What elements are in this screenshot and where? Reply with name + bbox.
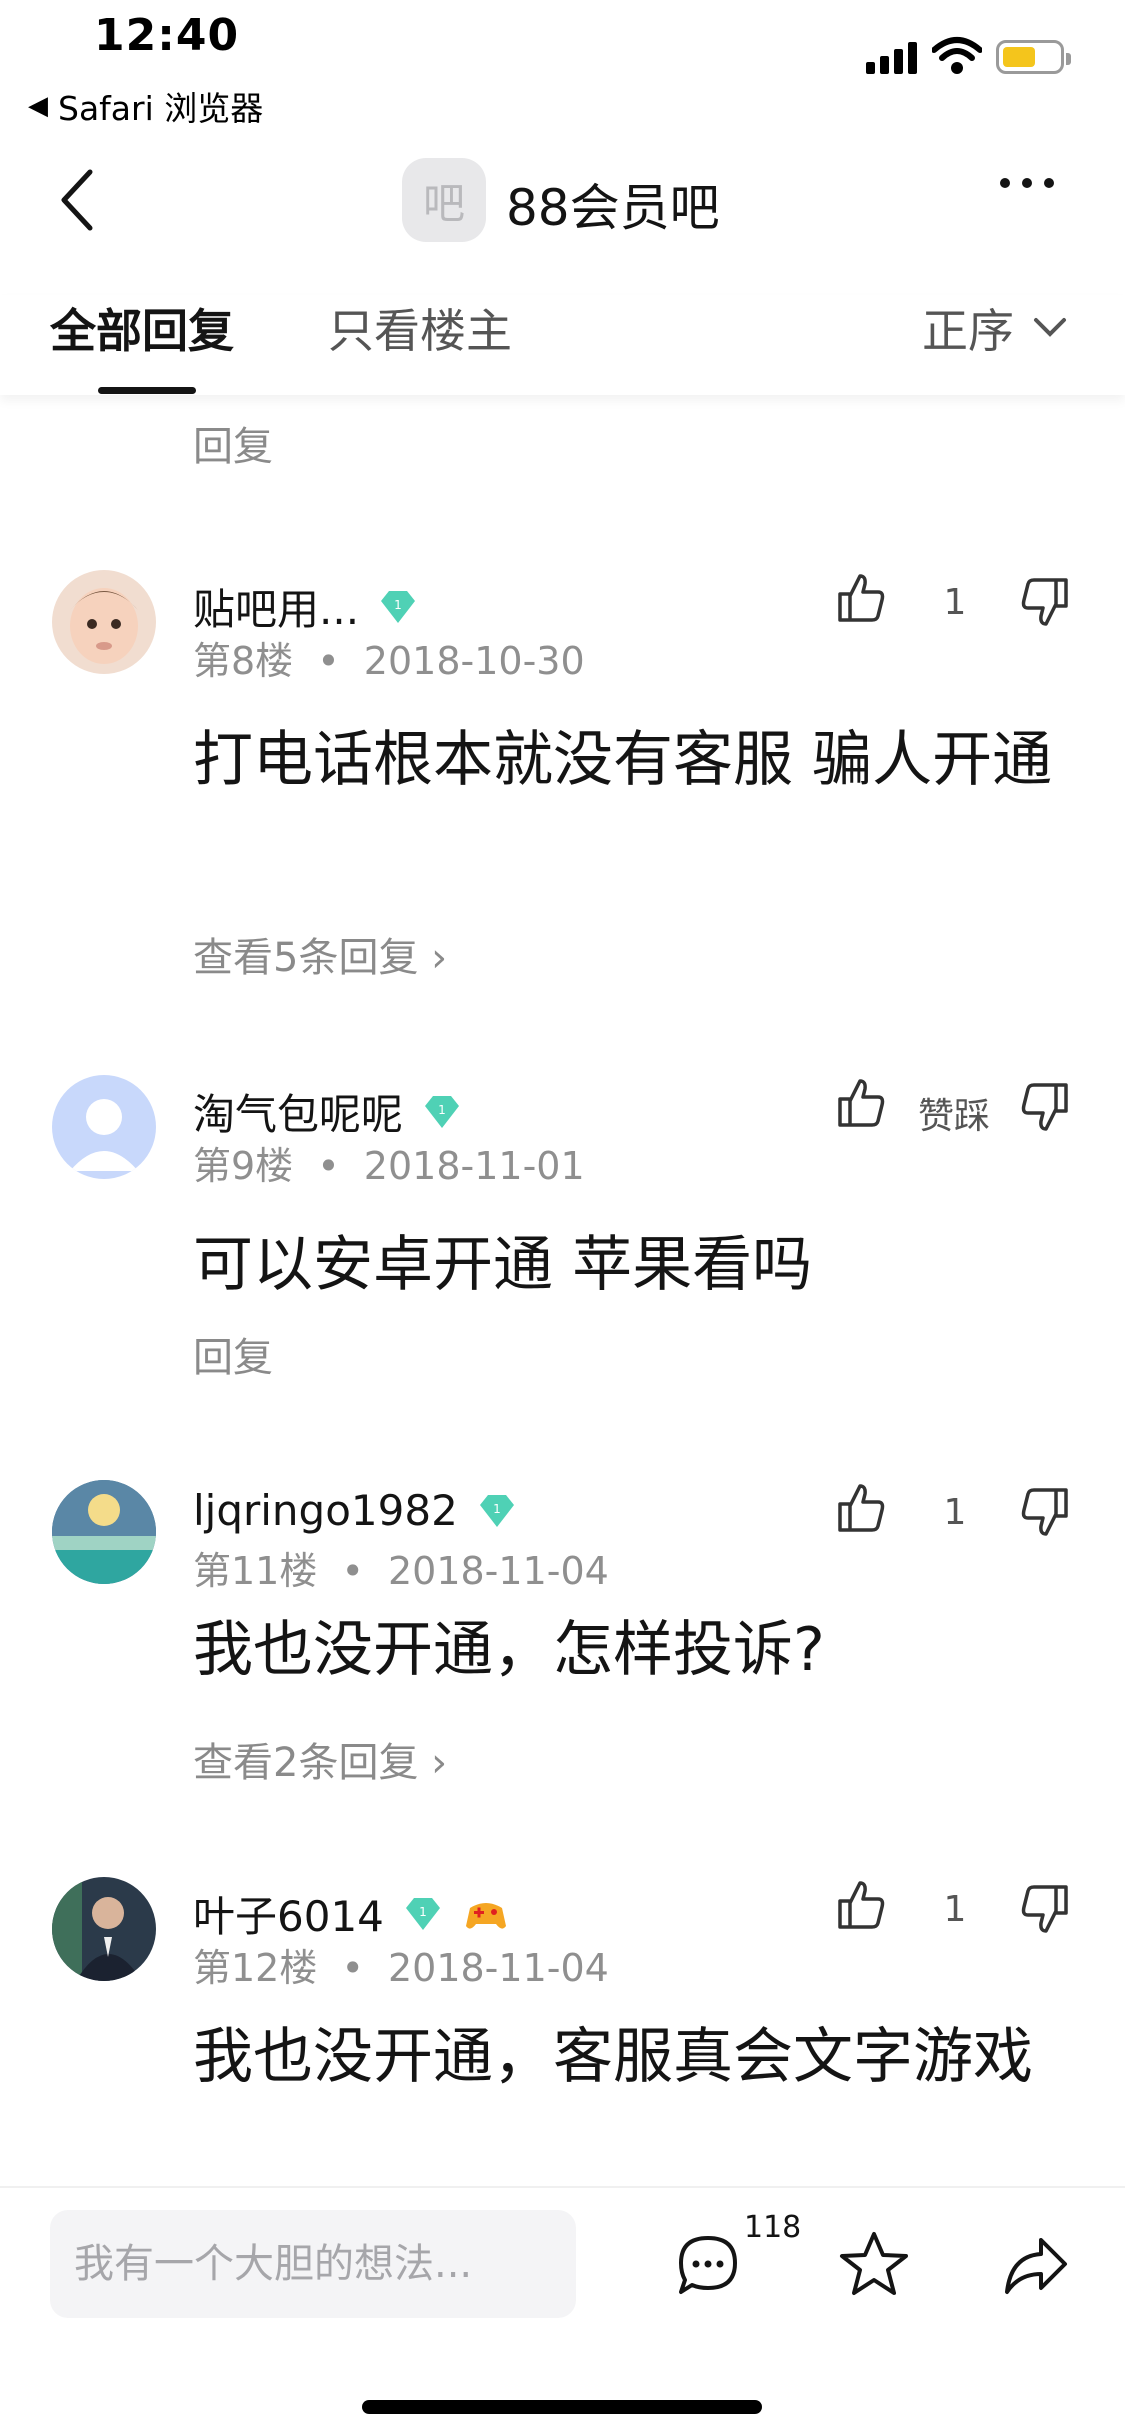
status-bar: 12:40 ◀ Safari 浏览器 [0, 0, 1125, 135]
post-date: 2018-11-01 [363, 1144, 585, 1188]
meta-separator: • [341, 1549, 364, 1593]
reply-tabs: 全部回复 只看楼主 正序 [0, 295, 1125, 395]
gem-badge-icon: 1 [405, 1897, 440, 1930]
like-count: 1 [943, 1492, 967, 1533]
sort-label: 正序 [922, 304, 1014, 358]
reply-link[interactable]: 回复 [193, 1325, 273, 1383]
view-replies-link[interactable]: 查看2条回复 › [193, 1730, 447, 1788]
cellular-signal-icon [866, 40, 918, 74]
thumbs-down-icon[interactable] [1018, 1484, 1074, 1540]
thumbs-up-icon[interactable] [832, 1075, 888, 1131]
back-triangle-icon: ◀ [28, 91, 48, 121]
svg-text:1: 1 [438, 1103, 446, 1117]
bottom-action-bar: 我有一个大胆的想法... 118 [0, 2186, 1125, 2436]
tab-all-replies[interactable]: 全部回复 [50, 295, 234, 361]
like-dislike-label: 赞踩 [917, 1096, 990, 1137]
tab-active-indicator [98, 387, 196, 394]
status-time: 12:40 [94, 10, 240, 61]
wifi-icon [932, 37, 982, 74]
back-chevron-icon[interactable] [48, 160, 118, 240]
back-to-app-link[interactable]: ◀ Safari 浏览器 [28, 82, 263, 130]
username[interactable]: 叶子6014 [193, 1883, 384, 1944]
forum-name[interactable]: 88会员吧 [506, 168, 720, 240]
floor-number: 第11楼 [193, 1549, 318, 1593]
chevron-down-icon [1034, 318, 1066, 337]
gem-badge-icon: 1 [479, 1494, 514, 1527]
view-replies-label: 查看2条回复 [193, 1740, 419, 1786]
username[interactable]: 淘气包呢呢 [193, 1081, 403, 1142]
gem-badge-icon: 1 [381, 590, 416, 623]
reply-input[interactable]: 我有一个大胆的想法... [50, 2210, 576, 2318]
post-date: 2018-11-04 [387, 1946, 609, 1990]
username-row: 贴吧用... 1 [193, 576, 421, 637]
meta-separator: • [317, 639, 340, 683]
username[interactable]: ljqringo1982 [193, 1486, 458, 1535]
star-icon[interactable] [838, 2228, 910, 2300]
post-date: 2018-11-04 [387, 1549, 609, 1593]
tab-owner-only[interactable]: 只看楼主 [328, 295, 512, 361]
like-count: 1 [943, 1889, 967, 1930]
username[interactable]: 贴吧用... [193, 576, 359, 637]
sort-dropdown[interactable]: 正序 [922, 295, 1068, 361]
username-row: ljqringo1982 1 [193, 1486, 520, 1535]
person-photo-avatar[interactable] [52, 1877, 156, 1981]
meta-separator: • [317, 1144, 340, 1188]
post-content: 我也没开通，客服真会文字游戏 [193, 2022, 1033, 2092]
view-replies-label: 查看5条回复 [193, 935, 419, 981]
post-meta: 第12楼 • 2018-11-04 [193, 1937, 609, 1992]
sunset-sea-avatar[interactable] [52, 1480, 156, 1584]
svg-text:1: 1 [493, 1502, 501, 1516]
post-content: 打电话根本就没有客服 骗人开通 [193, 725, 1053, 795]
svg-text:1: 1 [419, 1905, 427, 1919]
default-avatar[interactable] [52, 1075, 156, 1179]
game-controller-badge-icon [465, 1902, 506, 1929]
svg-text:1: 1 [394, 598, 402, 612]
post-meta: 第8楼 • 2018-10-30 [193, 630, 585, 685]
comment-bubble-icon[interactable] [673, 2230, 743, 2300]
thumbs-down-icon[interactable] [1018, 1079, 1074, 1135]
thumbs-up-icon[interactable] [832, 570, 888, 626]
like-count: 1 [943, 582, 967, 623]
floor-number: 第12楼 [193, 1946, 318, 1990]
floor-number: 第9楼 [193, 1144, 294, 1188]
meta-separator: • [341, 1946, 364, 1990]
share-arrow-icon[interactable] [1001, 2230, 1071, 2300]
floor-number: 第8楼 [193, 639, 294, 683]
more-options-icon[interactable] [1000, 178, 1054, 188]
chevron-right-icon: › [418, 1740, 448, 1786]
post-meta: 第9楼 • 2018-11-01 [193, 1135, 585, 1190]
battery-icon [996, 40, 1071, 74]
home-indicator[interactable] [362, 2400, 762, 2414]
comment-count: 118 [744, 2210, 802, 2245]
username-row: 叶子6014 1 [193, 1883, 510, 1944]
chevron-right-icon: › [418, 935, 448, 981]
post-meta: 第11楼 • 2018-11-04 [193, 1540, 609, 1595]
thumbs-up-icon[interactable] [832, 1480, 888, 1536]
gem-badge-icon: 1 [425, 1095, 460, 1128]
thumbs-up-icon[interactable] [832, 1877, 888, 1933]
baby-photo-avatar[interactable] [52, 570, 156, 674]
back-app-label: Safari 浏览器 [58, 89, 264, 128]
view-replies-link[interactable]: 查看5条回复 › [193, 925, 447, 983]
reply-link[interactable]: 回复 [193, 414, 273, 472]
post-content: 可以安卓开通 苹果看吗 [193, 1230, 813, 1300]
username-row: 淘气包呢呢 1 [193, 1081, 465, 1142]
post-date: 2018-10-30 [363, 639, 585, 683]
thumbs-down-icon[interactable] [1018, 574, 1074, 630]
post-content: 我也没开通，怎样投诉? [193, 1615, 825, 1685]
forum-avatar[interactable]: 吧 [402, 158, 486, 242]
nav-header: 吧 88会员吧 [0, 140, 1125, 260]
thumbs-down-icon[interactable] [1018, 1881, 1074, 1937]
